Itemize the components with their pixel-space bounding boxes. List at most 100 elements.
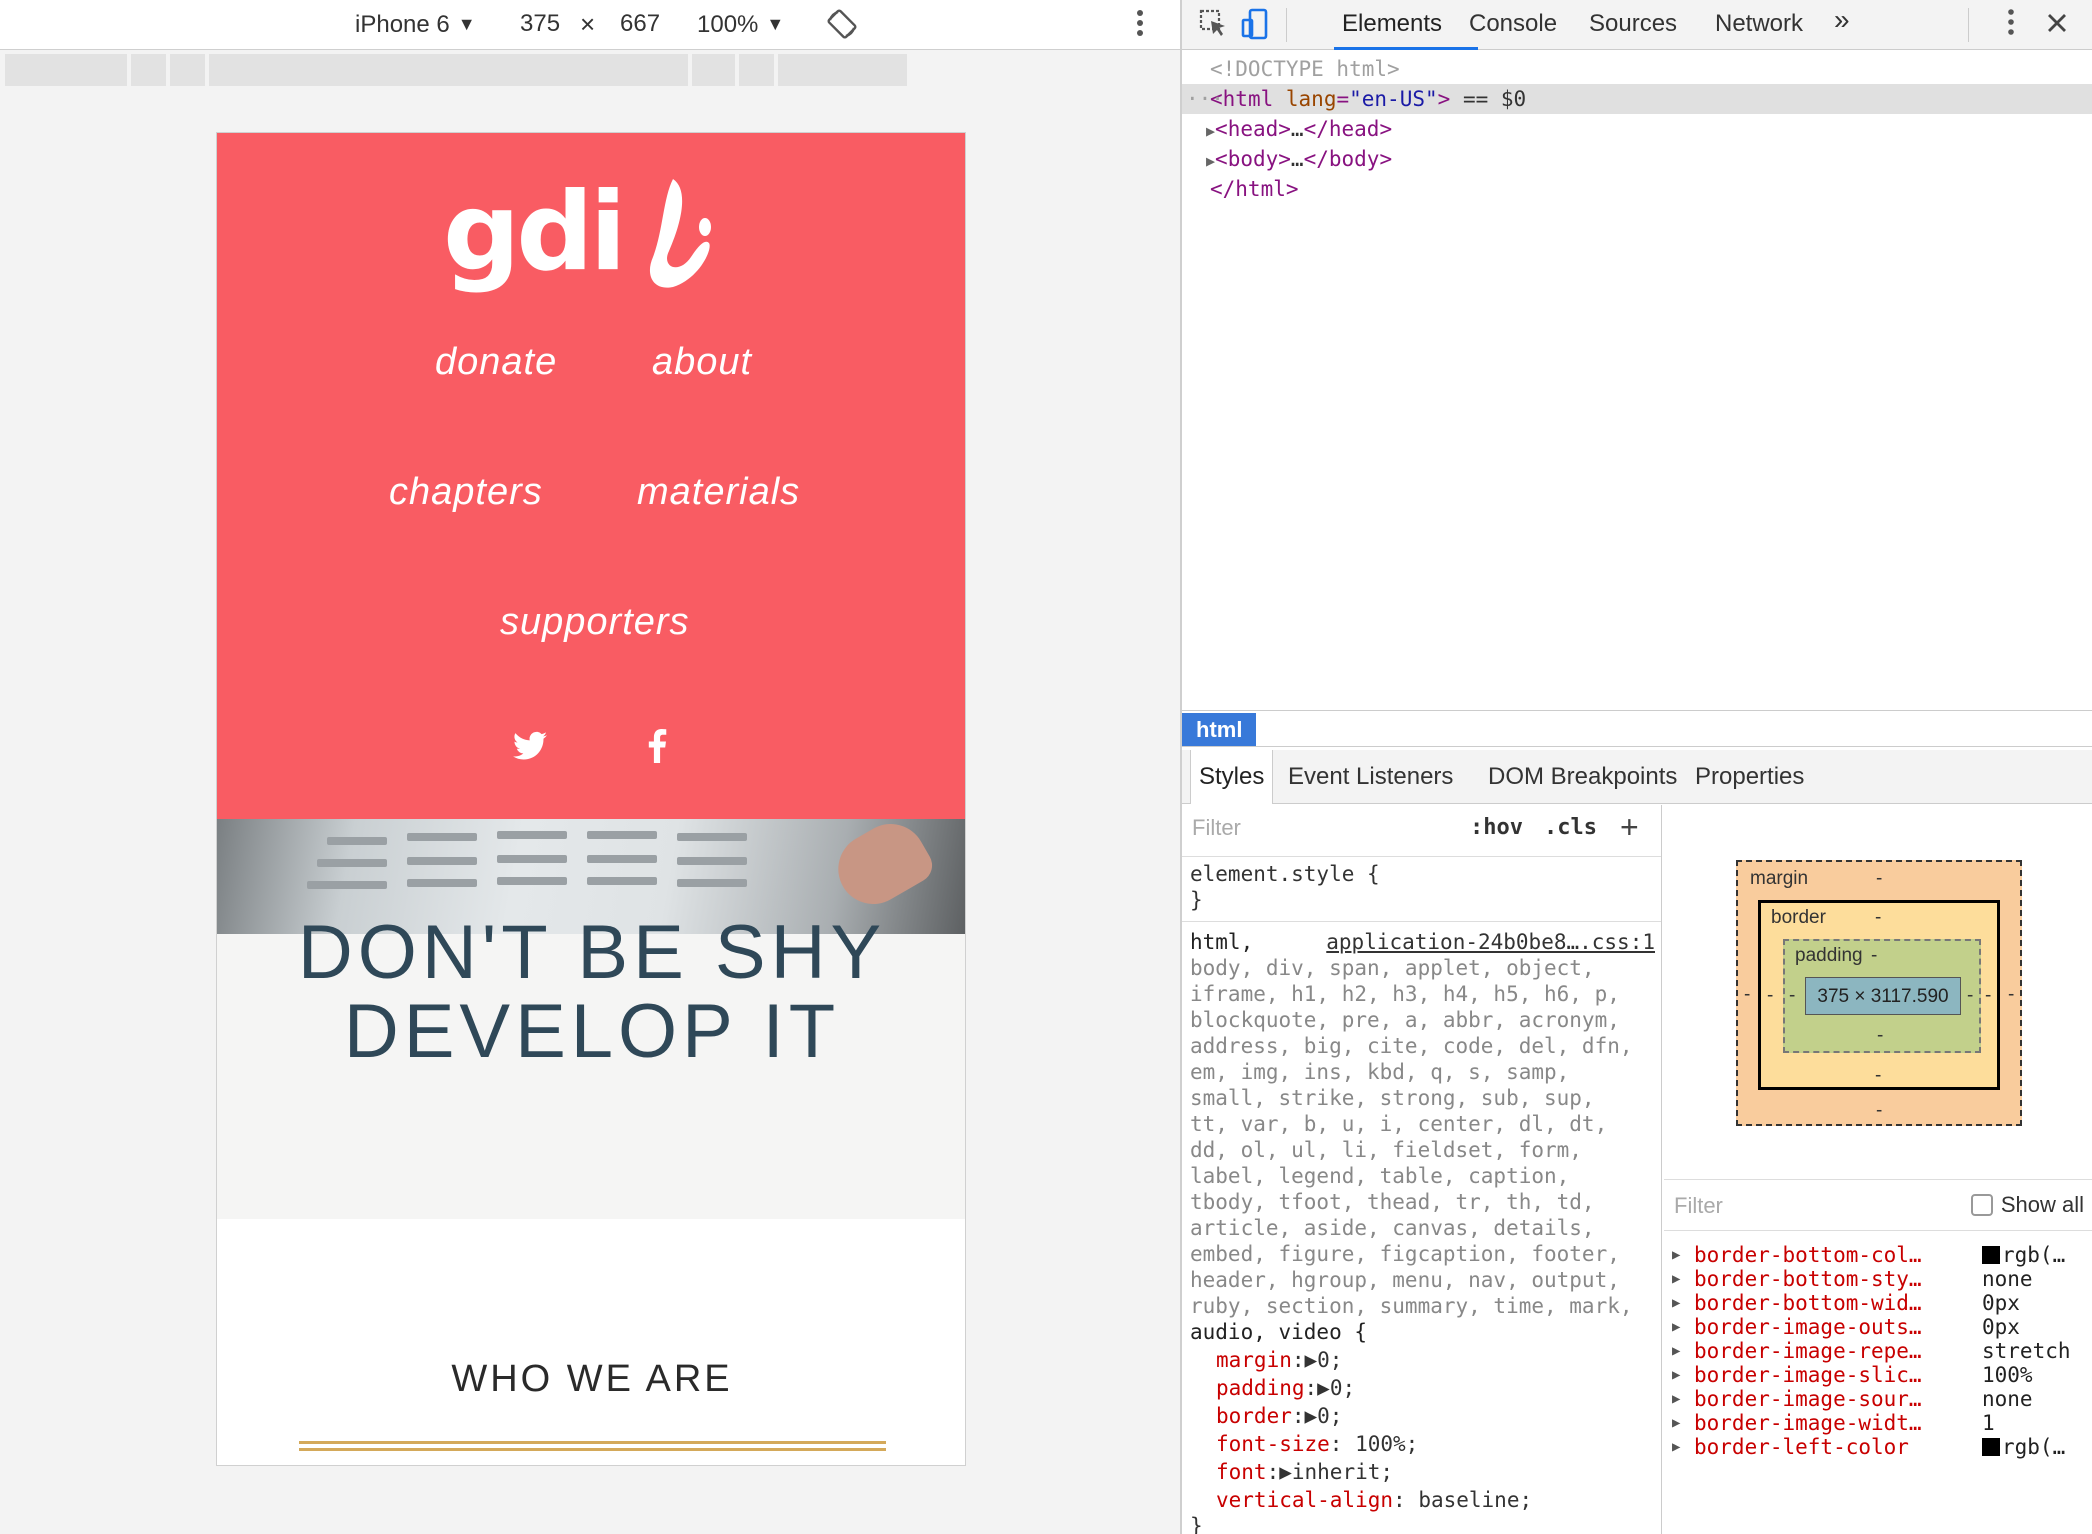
styles-filter-input[interactable]: Filter bbox=[1192, 815, 1241, 841]
finger-shape bbox=[825, 819, 939, 917]
body-close-tag-name: body bbox=[1328, 147, 1380, 171]
declaration-border[interactable]: border:▶0; bbox=[1216, 1403, 1342, 1429]
ruler-segment[interactable] bbox=[130, 54, 166, 86]
keyboard-key bbox=[587, 831, 657, 839]
rule-selector-line: blockquote, pre, a, abbr, acronym, bbox=[1190, 1008, 1620, 1032]
section-title: WHO WE ARE bbox=[451, 1358, 733, 1400]
media-query-ruler[interactable] bbox=[5, 54, 908, 86]
sidebar-tab-bar: Styles Event Listeners DOM Breakpoints P… bbox=[1182, 750, 2092, 804]
keyboard-key bbox=[407, 879, 477, 887]
ruler-segment[interactable] bbox=[5, 54, 127, 86]
declaration-value: ▶0; bbox=[1304, 1348, 1343, 1372]
rotate-icon[interactable] bbox=[826, 8, 858, 47]
color-swatch[interactable] bbox=[1982, 1438, 2000, 1456]
cls-button[interactable]: .cls bbox=[1544, 815, 1597, 840]
declaration-margin[interactable]: margin:▶0; bbox=[1216, 1347, 1342, 1373]
body-node[interactable]: ▶<body>…</body> bbox=[1182, 144, 2092, 174]
declaration-name: border bbox=[1216, 1404, 1292, 1428]
html-close-node[interactable]: </html> bbox=[1182, 174, 2092, 204]
ruler-segment[interactable] bbox=[208, 54, 689, 86]
toolbar-divider bbox=[1286, 8, 1287, 42]
nav-link-donate[interactable]: donate bbox=[435, 341, 557, 384]
hov-button[interactable]: :hov bbox=[1470, 815, 1523, 840]
show-all-checkbox[interactable]: Show all bbox=[1970, 1192, 2084, 1218]
nav-link-about[interactable]: about bbox=[652, 341, 752, 384]
box-model-padding[interactable]: padding - - - - 375 × 3117.590 bbox=[1783, 939, 1981, 1053]
ruler-segment[interactable] bbox=[777, 54, 908, 86]
tab-styles[interactable]: Styles bbox=[1190, 750, 1274, 804]
chevron-down-icon: ▼ bbox=[457, 14, 476, 34]
breadcrumb: html bbox=[1182, 710, 2092, 747]
elements-tree: <!DOCTYPE html> ··· <html lang="en-US"> … bbox=[1182, 50, 2092, 710]
box-model-content[interactable]: 375 × 3117.590 bbox=[1805, 977, 1961, 1015]
declaration-font[interactable]: font:▶inherit; bbox=[1216, 1459, 1393, 1485]
more-vert-icon[interactable] bbox=[1134, 8, 1146, 45]
dimension-separator: × bbox=[580, 9, 596, 39]
box-model-value: - bbox=[1876, 1100, 1883, 1121]
tab-network[interactable]: Network bbox=[1715, 10, 1803, 38]
tab-properties[interactable]: Properties bbox=[1687, 750, 1812, 804]
gdi-logo[interactable]: gdi bbox=[443, 170, 713, 313]
facebook-icon[interactable] bbox=[647, 729, 667, 768]
computed-filter-input[interactable]: Filter bbox=[1674, 1193, 1723, 1219]
declaration-name: margin bbox=[1216, 1348, 1292, 1372]
stylesheet-source-link[interactable]: application-24b0be8….css:1 bbox=[1326, 929, 1655, 955]
styles-pane: Filter :hov .cls + element.style { } htm… bbox=[1182, 805, 1662, 1534]
expand-triangle-icon[interactable]: ▶ bbox=[1206, 152, 1215, 170]
html-node-selected[interactable]: ··· <html lang="en-US"> == $0 bbox=[1182, 84, 2092, 114]
collapsed-ellipsis: … bbox=[1290, 117, 1304, 141]
box-model-border[interactable]: border - - - - padding - - - - 375 × 311… bbox=[1758, 900, 2000, 1090]
hero-title: DON'T BE SHY DEVELOP IT bbox=[217, 913, 965, 1071]
nav-link-materials[interactable]: materials bbox=[637, 471, 800, 514]
box-model-value: - bbox=[1871, 945, 1878, 966]
new-style-rule-button[interactable]: + bbox=[1620, 809, 1639, 846]
ruler-segment[interactable] bbox=[692, 54, 735, 86]
breadcrumb-item-html[interactable]: html bbox=[1182, 713, 1257, 746]
height-input[interactable]: 667 bbox=[620, 10, 660, 38]
ruler-segment[interactable] bbox=[169, 54, 205, 86]
computed-row[interactable]: ▶ border-left-color rgb(… bbox=[1664, 1431, 2092, 1463]
close-icon[interactable] bbox=[2040, 8, 2074, 42]
declaration-name: font-size bbox=[1216, 1432, 1330, 1456]
box-model-value: - bbox=[1876, 868, 1883, 889]
html-tag-name: html bbox=[1222, 87, 1274, 111]
declaration-separator: : bbox=[1291, 1404, 1305, 1428]
element-style-close: } bbox=[1190, 888, 1203, 912]
tab-elements[interactable]: Elements bbox=[1342, 10, 1442, 38]
twitter-icon[interactable] bbox=[513, 731, 547, 766]
element-style-selector[interactable]: element.style { bbox=[1190, 861, 1380, 887]
expand-triangle-icon[interactable]: ▶ bbox=[1672, 1431, 1680, 1463]
width-input[interactable]: 375 bbox=[520, 10, 560, 38]
color-swatch[interactable] bbox=[1982, 1246, 2000, 1264]
declaration-padding[interactable]: padding:▶0; bbox=[1216, 1375, 1355, 1401]
more-tabs-icon[interactable]: » bbox=[1834, 6, 1850, 34]
box-model-margin[interactable]: margin - - - - border - - - - padding - … bbox=[1736, 860, 2022, 1126]
zoom-select[interactable]: 100% ▼ bbox=[697, 10, 784, 39]
declaration-separator: : bbox=[1266, 1460, 1280, 1484]
expand-triangle-icon[interactable]: ▶ bbox=[1206, 122, 1215, 140]
device-select[interactable]: iPhone 6 ▼ bbox=[355, 10, 476, 39]
tab-console[interactable]: Console bbox=[1469, 10, 1557, 38]
tab-event-listeners[interactable]: Event Listeners bbox=[1280, 750, 1461, 804]
doctype-node[interactable]: <!DOCTYPE html> bbox=[1182, 54, 2092, 84]
tab-dom-breakpoints[interactable]: DOM Breakpoints bbox=[1480, 750, 1685, 804]
ruler-segment[interactable] bbox=[738, 54, 774, 86]
tab-sources[interactable]: Sources bbox=[1589, 10, 1677, 38]
checkbox-icon[interactable] bbox=[1970, 1194, 1993, 1216]
declaration-vertical-align[interactable]: vertical-align: baseline; bbox=[1216, 1487, 1532, 1513]
declaration-font-size[interactable]: font-size: 100%; bbox=[1216, 1431, 1418, 1457]
nav-link-chapters[interactable]: chapters bbox=[389, 471, 543, 514]
head-node[interactable]: ▶<head>…</head> bbox=[1182, 114, 2092, 144]
box-model-margin-label: margin bbox=[1750, 868, 1809, 889]
devtools-panel: Elements Console Sources Network » <!DOC… bbox=[1180, 0, 2092, 1534]
declaration-name: vertical-align bbox=[1216, 1488, 1394, 1512]
device-toggle-icon[interactable] bbox=[1238, 8, 1272, 42]
keyboard-key bbox=[587, 855, 657, 863]
rule-selector-first[interactable]: html, bbox=[1190, 929, 1253, 955]
inspect-element-icon[interactable] bbox=[1196, 8, 1230, 42]
device-toolbar: iPhone 6 ▼ 375 × 667 100% ▼ bbox=[0, 0, 1180, 50]
logo-drop-icon bbox=[649, 179, 711, 288]
more-vert-icon[interactable] bbox=[1994, 8, 2028, 42]
nav-link-supporters[interactable]: supporters bbox=[500, 601, 690, 644]
styles-filter-row: Filter :hov .cls + bbox=[1182, 805, 1661, 857]
